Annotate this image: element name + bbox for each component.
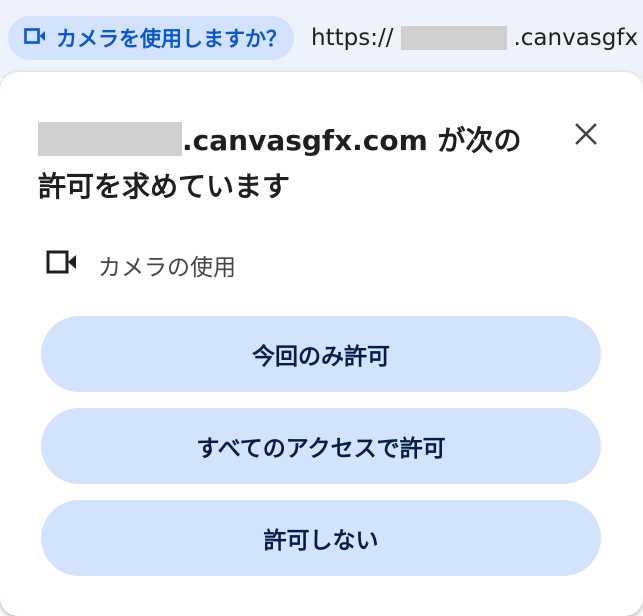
allow-always-button[interactable]: すべてのアクセスで許可 [41,408,601,484]
redacted-subdomain [38,122,182,156]
permission-label: カメラの使用 [98,255,236,281]
dialog-title: .canvasgfx.com が次の許可を求めています [38,118,538,210]
permission-dialog: .canvasgfx.com が次の許可を求めています カメラの使用 今回のみ許… [0,72,643,616]
close-icon [575,123,597,149]
video-camera-icon [46,249,78,281]
url-domain: .canvasgfx [513,25,639,51]
allow-once-button[interactable]: 今回のみ許可 [41,316,601,392]
url-text[interactable]: https:// .canvasgfx [311,20,638,56]
video-camera-icon [24,26,46,50]
close-button[interactable] [568,118,604,154]
address-bar: カメラを使用しますか？ https:// .canvasgfx [0,0,643,78]
deny-button[interactable]: 許可しない [41,500,601,576]
redacted-domain [401,26,508,50]
permission-chip-label: カメラを使用しますか？ [56,27,287,51]
url-prefix: https:// [311,25,394,51]
title-domain: .canvasgfx.com [182,124,428,157]
permission-item-camera: カメラの使用 [46,248,236,282]
camera-permission-chip[interactable]: カメラを使用しますか？ [8,16,294,60]
